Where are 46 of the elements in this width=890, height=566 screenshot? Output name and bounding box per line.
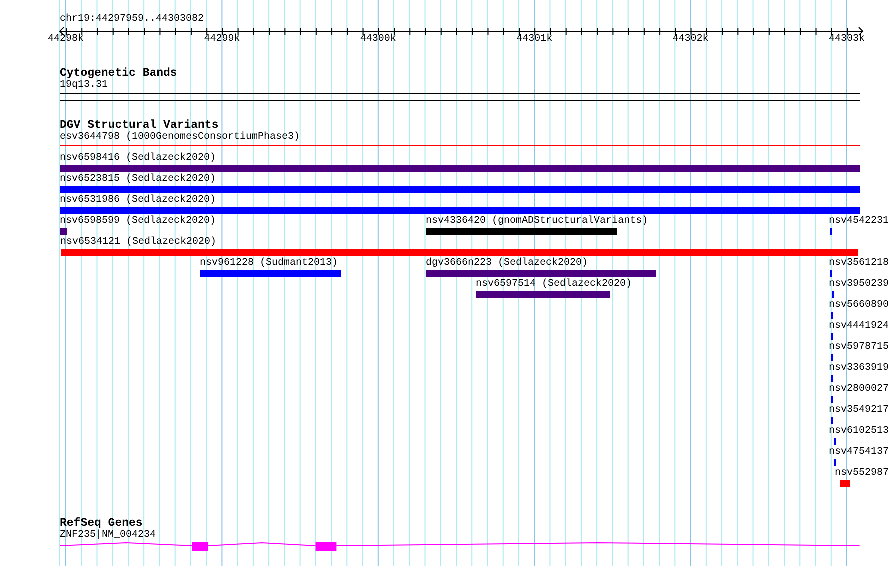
variant-label: nsv4542231 [829,216,890,228]
variant-bar[interactable] [832,291,834,298]
variant-bar[interactable] [830,396,833,403]
variant-label: nsv3549217 [829,405,890,417]
variant-label: nsv3950239 [829,279,890,291]
variant-bar[interactable] [834,459,836,466]
variant-label: nsv4336420 (gnomADStructuralVariants) [426,216,648,228]
variant-label: nsv2800027 [829,384,890,396]
variant-label: nsv6531986 (Sedlazeck2020) [60,195,216,207]
tick-label: 44302k [672,34,709,46]
track-title: RefSeq Genes [60,517,143,530]
tick-label: 44301k [516,34,553,46]
variant-bar[interactable] [834,438,836,445]
variant-label: nsv6598599 (Sedlazeck2020) [60,216,216,228]
variant-label: nsv4441924 [829,321,890,333]
variant-label: nsv6597514 (Sedlazeck2020) [476,279,632,291]
variant-label: nsv5660890 [829,300,890,312]
variant-bar[interactable] [830,312,833,319]
variant-bar[interactable] [830,333,833,340]
variant-bar[interactable] [840,480,850,487]
variant-label: nsv3561218 [829,258,890,270]
variant-label: nsv4754137 [829,447,890,459]
variant-label: nsv3363919 [829,363,890,375]
variant-label: nsv6598416 (Sedlazeck2020) [60,153,216,165]
tick-label: 44299k [204,34,240,46]
variant-bar[interactable] [830,354,833,361]
variant-label: esv3644798 (1000GenomesConsortiumPhase3) [60,132,300,144]
track-title: Cytogenetic Bands [60,67,178,80]
variant-bar[interactable] [830,270,832,277]
variant-label: nsv552987 [835,468,890,480]
variant-label: nsv6534121 (Sedlazeck2020) [60,237,217,249]
tick-label: 44303k [829,34,865,46]
variant-bar[interactable] [830,228,832,235]
variant-label: nsv6102513 [829,426,890,438]
band-label: 19q13.31 [60,80,108,92]
gene-label: ZNF235|NM_004234 [60,530,156,542]
variant-label: dgv3666n223 (Sedlazeck2020) [426,258,588,270]
variant-bar[interactable] [830,375,833,382]
variant-label: nsv6523815 (Sedlazeck2020) [60,174,216,186]
location-label: chr19:44297959..44303082 [60,14,204,26]
tick-label: 44300k [360,34,396,46]
variant-bar[interactable] [830,417,833,424]
variant-label: nsv961228 (Sudmant2013) [200,258,338,270]
tick-label: 44298k [48,34,84,46]
variant-label: nsv5978715 [829,342,890,354]
track-title: DGV Structural Variants [60,119,219,132]
